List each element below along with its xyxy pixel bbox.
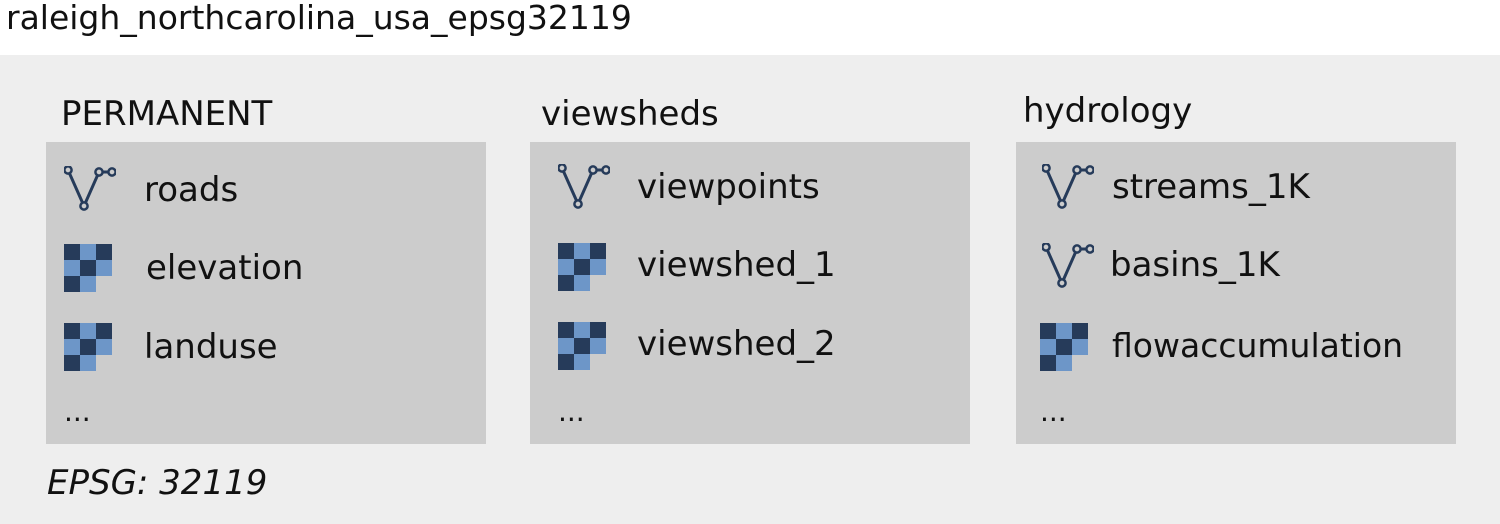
more-layers-ellipsis: ... [64,395,91,428]
more-layers-ellipsis: ... [558,395,585,428]
mapset-panel-permanent: roads elevation landuse ... [46,142,486,444]
layer-row-viewshed-2[interactable]: viewshed_2 [530,322,970,372]
vector-icon [1042,164,1094,212]
projection-label: EPSG: 32119 [47,463,268,503]
vector-icon [64,166,116,214]
raster-icon [1040,323,1088,371]
layer-row-streams-1k[interactable]: streams_1K [1016,164,1456,214]
layer-label: basins_1K [1110,245,1280,285]
layer-label: viewshed_2 [637,324,836,364]
mapset-name-permanent: PERMANENT [61,94,273,134]
layer-label: viewpoints [637,167,820,207]
layer-row-flowaccumulation[interactable]: flowaccumulation [1016,323,1456,373]
raster-icon [64,323,112,371]
raster-icon [558,322,606,370]
mapset-panel-hydrology: streams_1K basins_1K flowaccumulation ..… [1016,142,1456,444]
layer-label: viewshed_1 [637,245,836,285]
more-layers-ellipsis: ... [1040,395,1067,428]
mapset-panel-viewsheds: viewpoints viewshed_1 viewshed_2 ... [530,142,970,444]
raster-icon [64,244,112,292]
layer-row-basins-1k[interactable]: basins_1K [1016,243,1456,293]
location-title: raleigh_northcarolina_usa_epsg32119 [6,0,632,37]
layer-row-roads[interactable]: roads [46,166,486,216]
layer-row-landuse[interactable]: landuse [46,323,486,373]
mapset-name-viewsheds: viewsheds [541,94,719,134]
vector-icon [1042,243,1094,291]
vector-icon [558,164,610,212]
layer-row-viewpoints[interactable]: viewpoints [530,164,970,214]
layer-row-viewshed-1[interactable]: viewshed_1 [530,243,970,293]
mapset-name-hydrology: hydrology [1023,91,1193,131]
layer-label: landuse [144,327,278,367]
raster-icon [558,243,606,291]
layer-label: roads [144,170,239,210]
layer-row-elevation[interactable]: elevation [46,244,486,294]
layer-label: elevation [146,248,304,288]
layer-label: streams_1K [1112,167,1310,207]
layer-label: flowaccumulation [1112,326,1404,365]
